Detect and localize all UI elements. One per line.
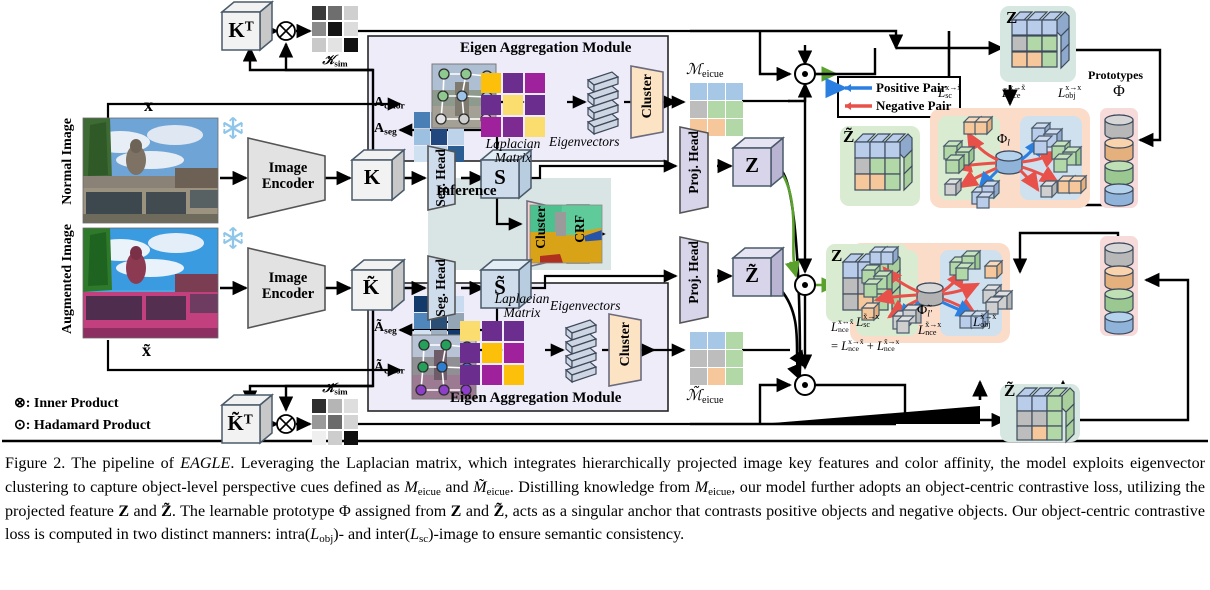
cube-label-Ztilde-upper: Z̃ (843, 127, 855, 146)
figure-number: Figure 2. (5, 455, 66, 472)
a-seg-label-bottom: Ãseg (374, 320, 397, 337)
augmented-image-photo (83, 228, 218, 338)
total-nce-loss-equation: Lx↔x̃ nce = Lx→x̃ nce + Lx̃→x nce (831, 317, 900, 354)
cube-label-K-transpose: KT (228, 18, 254, 42)
image-encoder-label-bottom: Image Encoder (261, 270, 315, 303)
module-title-bottom: Eigen Aggregation Module (450, 390, 622, 406)
anchor-label-phi-tilde: Φ̃l′ (917, 303, 932, 320)
loss-label-obj-top: Lx→x obj (1058, 83, 1082, 101)
anchor-label-phi-l: Φl (997, 132, 1010, 149)
module-title-top: Eigen Aggregation Module (460, 40, 632, 56)
proj-head-label-bottom: Proj. Head (686, 241, 701, 304)
input-label-x-tilde: x̃ (142, 340, 151, 360)
cluster-label-top: Cluster (640, 74, 655, 119)
cube-label-K-tilde-transpose: K̃T (227, 411, 253, 435)
figure-caption: Figure 2. The pipeline of EAGLE. Leverag… (5, 455, 1206, 546)
eigenvectors-label-bottom: Eigenvectors (550, 298, 621, 313)
m-eicue-label-top: ℳeicue (686, 62, 724, 80)
figure-model-name: EAGLE (180, 455, 231, 472)
frozen-icon-top (223, 116, 243, 140)
legend-positive-pair-label: Positive Pair (876, 80, 947, 95)
laplacian-matrix-bottom (460, 321, 524, 385)
eigenvectors-label-top: Eigenvectors (549, 134, 620, 149)
prototype-cylinders-bottom (1104, 242, 1134, 335)
m-eicue-label-bottom: ℳ̃eicue (686, 388, 724, 406)
a-color-label-bottom: Ãcolor (374, 360, 405, 377)
inference-crf-label: CRF (572, 215, 587, 243)
cube-label-Z: Z (744, 153, 759, 177)
inference-title: Inference (436, 183, 497, 199)
m-eicue-grid-bottom (690, 332, 743, 385)
ksim-label-top: 𝒦sim (322, 52, 348, 69)
frozen-icon-bottom (223, 226, 243, 250)
inner-product-op-bottom (276, 414, 296, 434)
ksim-matrix-top (312, 6, 358, 52)
prototypes-symbol: Φ (1113, 83, 1125, 100)
legend-hadamard-product: ⊙: Hadamard Product (14, 418, 151, 433)
cube-label-K-tilde: K̃ (362, 275, 380, 299)
cluster-label-bottom: Cluster (618, 322, 633, 367)
rubik-cube-ztilde-bottom (1015, 387, 1075, 444)
proj-head-label-top: Proj. Head (686, 131, 701, 194)
a-color-label-top: Acolor (374, 95, 405, 112)
cube-label-Z-tilde: Z̃ (744, 263, 759, 287)
laplacian-matrix-label-top: Laplacian Matrix (485, 136, 541, 166)
hadamard-op-top (794, 63, 816, 85)
loss-label-nce-top: Lx→x̃ nce (1002, 83, 1026, 101)
m-eicue-grid-top (690, 83, 743, 136)
seg-head-label-bottom: Seg. Head (433, 259, 448, 317)
hadamard-op-middle (794, 274, 816, 296)
loss-label-sc-top: Lx→x̃ sc (938, 83, 962, 101)
image-encoder-label-top: Image Encoder (261, 160, 315, 193)
figure-eagle-pipeline: Normal Image Augmented Image x x̃ Image … (0, 0, 1210, 590)
row-label-normal-image: Normal Image (60, 118, 75, 205)
loss-label-nce-bottom: Lx̃→x nce (918, 320, 942, 338)
laplacian-matrix-top (481, 73, 545, 137)
anchor-cylinder-phi-l (995, 150, 1023, 175)
laplacian-matrix-label-bottom: Laplacian Matrix (494, 291, 550, 321)
cube-label-K: K (363, 165, 381, 189)
inference-cluster-label: Cluster (533, 206, 548, 249)
eigenvectors-bottom (564, 319, 598, 384)
cube-label-Z-lower: Z (831, 246, 843, 265)
prototype-cylinders-top (1104, 114, 1134, 207)
legend-inner-product: ⊗: Inner Product (14, 396, 119, 411)
ksim-label-bottom: 𝒦̃sim (322, 380, 348, 397)
a-seg-label-top: Aseg (374, 121, 397, 138)
hadamard-op-bottom (794, 374, 816, 396)
rubik-cube-ztilde-top (853, 133, 913, 192)
prototypes-label: Prototypes (1088, 68, 1144, 82)
normal-image-photo (83, 118, 218, 223)
loss-label-obj-bottom: Lx̃→x̃ obj (973, 312, 997, 330)
row-label-augmented-image: Augmented Image (60, 224, 75, 335)
rubik-cube-z-top (1010, 11, 1070, 70)
cube-label-Z-top-right: Z (1006, 8, 1018, 27)
input-label-x: x (144, 95, 153, 115)
cube-label-Ztilde-bottom-right: Z̃ (1004, 381, 1016, 400)
ksim-matrix-bottom (312, 399, 358, 445)
eigenvectors-top (586, 71, 620, 136)
inner-product-op-top (276, 21, 296, 41)
